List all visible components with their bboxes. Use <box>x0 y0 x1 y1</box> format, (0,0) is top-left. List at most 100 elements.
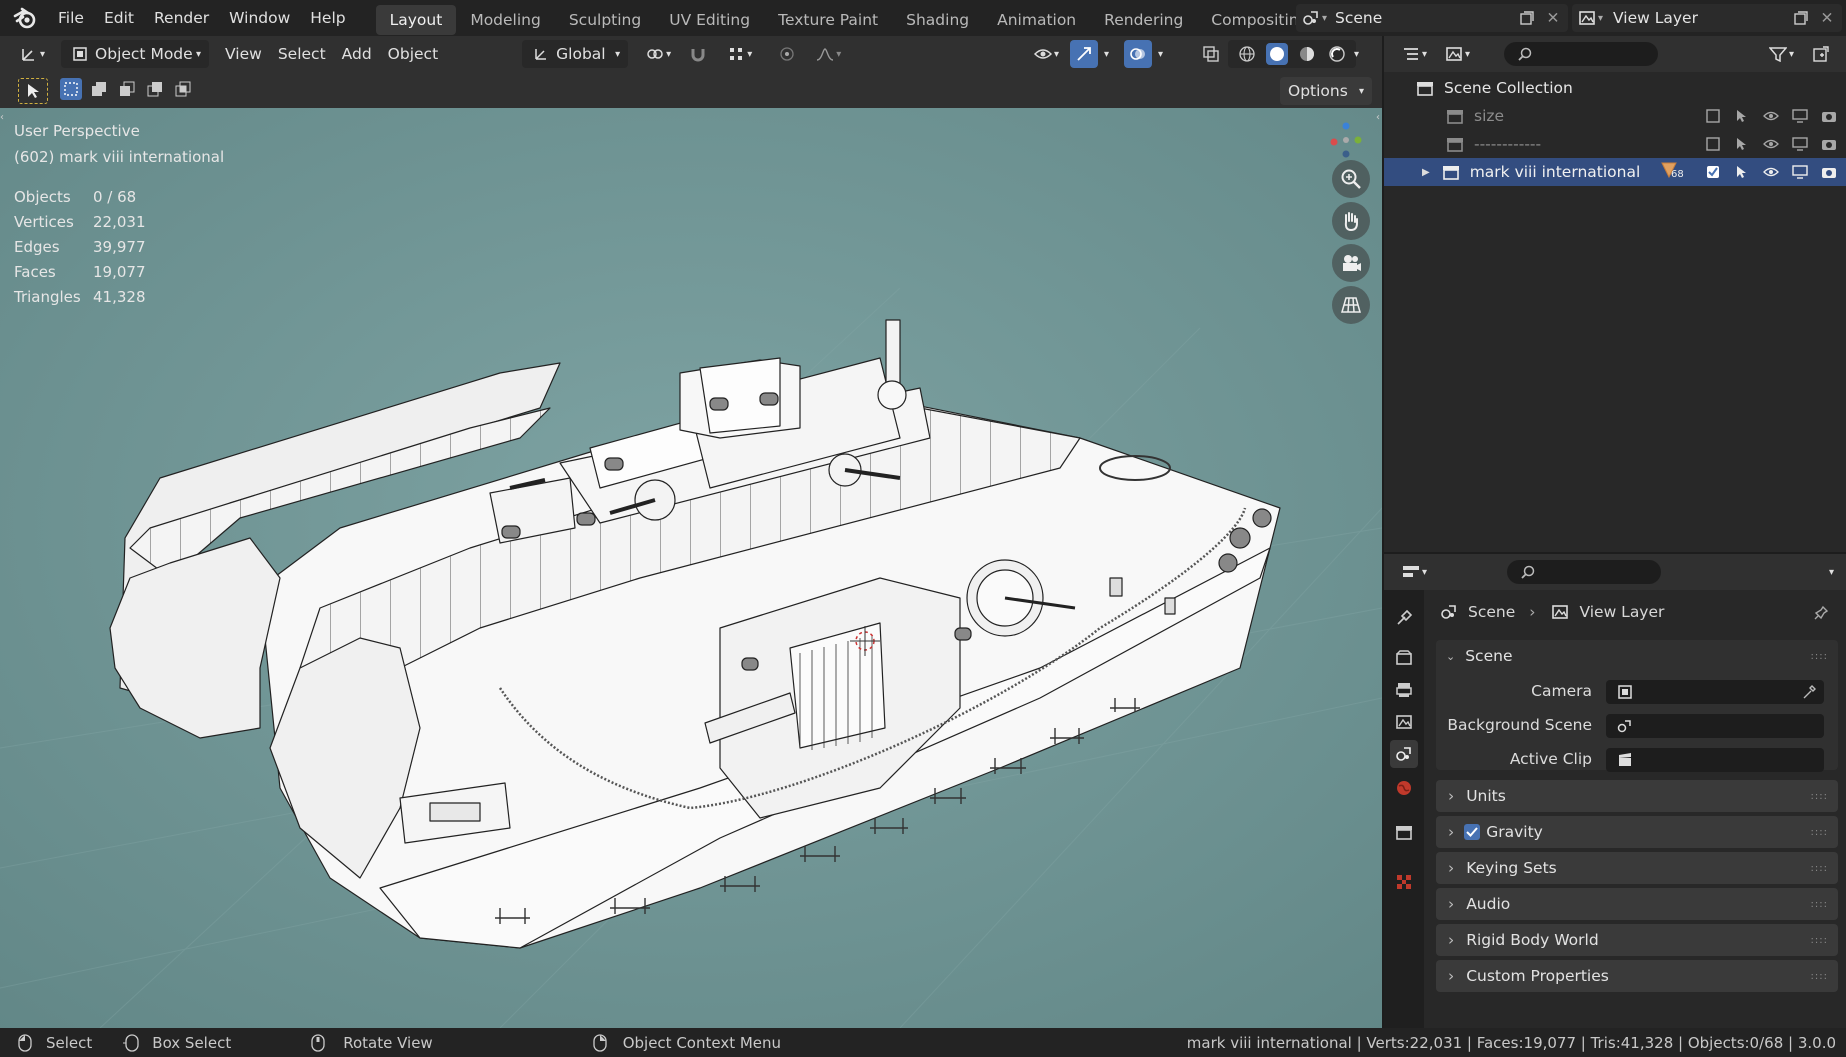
collection-tab-icon[interactable] <box>1390 818 1418 846</box>
menu-help[interactable]: Help <box>300 0 355 36</box>
menu-object[interactable]: Object <box>380 40 446 68</box>
menu-file[interactable]: File <box>48 0 94 36</box>
sidebar-expand-icon[interactable]: ‹ <box>1376 112 1382 126</box>
menu-window[interactable]: Window <box>219 0 300 36</box>
transform-orientation-dropdown[interactable]: Global ▾ <box>522 40 629 68</box>
menu-select[interactable]: Select <box>270 40 334 68</box>
keying-sets-panel[interactable]: › Keying Sets :::: <box>1436 852 1838 884</box>
pivot-point-button[interactable]: ▾ <box>636 40 679 68</box>
render-camera-icon[interactable] <box>1818 161 1840 183</box>
tab-rendering[interactable]: Rendering <box>1090 5 1197 35</box>
tab-texture-paint[interactable]: Texture Paint <box>764 5 892 35</box>
3d-viewport[interactable]: User Perspective (602) mark viii interna… <box>0 108 1382 1028</box>
render-camera-icon[interactable] <box>1818 105 1840 127</box>
texture-tab-icon[interactable] <box>1390 868 1418 896</box>
view-layer-tab-icon[interactable] <box>1390 708 1418 736</box>
select-arrow-icon[interactable] <box>1731 133 1753 155</box>
snap-target-dropdown[interactable]: ▾ <box>717 40 760 68</box>
select-arrow-icon[interactable] <box>1731 105 1753 127</box>
filter-dropdown[interactable]: ▾ <box>1759 40 1802 68</box>
close-icon[interactable]: ✕ <box>1542 7 1564 29</box>
render-camera-icon[interactable] <box>1818 133 1840 155</box>
select-extend-icon[interactable] <box>88 78 110 100</box>
select-invert-icon[interactable] <box>144 78 166 100</box>
material-preview-icon[interactable] <box>1296 43 1318 65</box>
tab-uv-editing[interactable]: UV Editing <box>655 5 764 35</box>
gizmo-dropdown[interactable]: ▾ <box>1100 40 1113 68</box>
outliner-row[interactable]: size <box>1384 102 1846 130</box>
camera-field[interactable] <box>1606 680 1824 704</box>
tab-sculpting[interactable]: Sculpting <box>555 5 655 35</box>
outliner-search-input[interactable] <box>1504 42 1659 66</box>
exclude-checkbox[interactable] <box>1702 133 1724 155</box>
wireframe-shading-icon[interactable] <box>1236 43 1258 65</box>
render-tab-icon[interactable] <box>1390 644 1418 672</box>
drag-handle-icon[interactable]: :::: <box>1811 791 1828 802</box>
shading-dropdown[interactable]: ▾ <box>1350 40 1363 68</box>
scene-selector[interactable]: ▾ Scene ✕ <box>1296 4 1568 32</box>
eye-icon[interactable] <box>1760 133 1782 155</box>
new-collection-button[interactable] <box>1802 40 1840 68</box>
scene-name[interactable]: Scene <box>1335 9 1382 27</box>
background-scene-field[interactable] <box>1606 714 1824 738</box>
select-new-icon[interactable] <box>60 78 82 100</box>
drag-handle-icon[interactable]: :::: <box>1811 935 1828 946</box>
close-icon[interactable]: ✕ <box>1816 7 1838 29</box>
scene-tab-icon[interactable] <box>1390 740 1418 768</box>
editor-type-button[interactable]: ▾ <box>10 40 53 68</box>
menu-edit[interactable]: Edit <box>94 0 144 36</box>
new-view-layer-icon[interactable] <box>1790 7 1812 29</box>
eyedropper-icon[interactable] <box>1798 681 1820 703</box>
monitor-icon[interactable] <box>1789 161 1811 183</box>
tab-layout[interactable]: Layout <box>375 4 457 35</box>
custom-properties-panel[interactable]: › Custom Properties :::: <box>1436 960 1838 992</box>
mode-dropdown[interactable]: Object Mode ▾ <box>61 40 210 68</box>
toolbar-expand-icon[interactable]: ‹ <box>0 112 6 126</box>
menu-add[interactable]: Add <box>334 40 380 68</box>
exclude-checkbox[interactable] <box>1702 105 1724 127</box>
audio-panel[interactable]: › Audio :::: <box>1436 888 1838 920</box>
navigation-gizmo[interactable] <box>1326 120 1366 160</box>
perspective-toggle-icon[interactable] <box>1332 286 1370 324</box>
menu-render[interactable]: Render <box>144 0 219 36</box>
overlays-toggle[interactable] <box>1124 40 1152 68</box>
viewport-scene[interactable] <box>0 108 1382 1028</box>
rendered-shading-icon[interactable] <box>1326 43 1348 65</box>
properties-search-input[interactable] <box>1507 560 1662 584</box>
new-scene-icon[interactable] <box>1516 7 1538 29</box>
active-clip-field[interactable] <box>1606 748 1824 772</box>
drag-handle-icon[interactable]: :::: <box>1811 827 1828 838</box>
zoom-icon[interactable] <box>1332 160 1370 198</box>
outliner-editor-type-button[interactable]: ▾ <box>1392 40 1435 68</box>
pan-hand-icon[interactable] <box>1332 202 1370 240</box>
world-tab-icon[interactable] <box>1390 774 1418 802</box>
select-arrow-icon[interactable] <box>1731 161 1753 183</box>
tab-modeling[interactable]: Modeling <box>456 5 555 35</box>
properties-options-dropdown[interactable]: ▾ <box>1821 558 1842 586</box>
tab-shading[interactable]: Shading <box>892 5 983 35</box>
exclude-checkbox[interactable] <box>1702 161 1724 183</box>
select-subtract-icon[interactable] <box>116 78 138 100</box>
outliner-row[interactable]: ------------ <box>1384 130 1846 158</box>
eye-icon[interactable] <box>1760 105 1782 127</box>
menu-view[interactable]: View <box>217 40 270 68</box>
expand-arrow-icon[interactable]: ▶ <box>1422 167 1430 178</box>
solid-shading-icon[interactable] <box>1266 43 1288 65</box>
rigid-body-world-panel[interactable]: › Rigid Body World :::: <box>1436 924 1838 956</box>
proportional-edit-toggle[interactable] <box>768 40 806 68</box>
camera-view-icon[interactable] <box>1332 244 1370 282</box>
gizmo-toggle[interactable] <box>1070 40 1098 68</box>
select-tool-icon[interactable] <box>18 78 48 104</box>
scene-section-header[interactable]: ⌄ Scene :::: <box>1436 640 1838 672</box>
select-intersect-icon[interactable] <box>172 78 194 100</box>
overlays-dropdown[interactable]: ▾ <box>1154 40 1167 68</box>
eye-icon[interactable] <box>1760 161 1782 183</box>
properties-editor-type-button[interactable]: ▾ <box>1392 558 1435 586</box>
units-panel[interactable]: › Units :::: <box>1436 780 1838 812</box>
view-layer-name[interactable]: View Layer <box>1613 9 1698 27</box>
drag-handle-icon[interactable]: :::: <box>1811 863 1828 874</box>
tab-animation[interactable]: Animation <box>983 5 1090 35</box>
visibility-dropdown[interactable]: ▾ <box>1024 40 1067 68</box>
scene-collection-row[interactable]: Scene Collection <box>1384 74 1846 102</box>
options-dropdown[interactable]: Options ▾ <box>1280 77 1372 105</box>
